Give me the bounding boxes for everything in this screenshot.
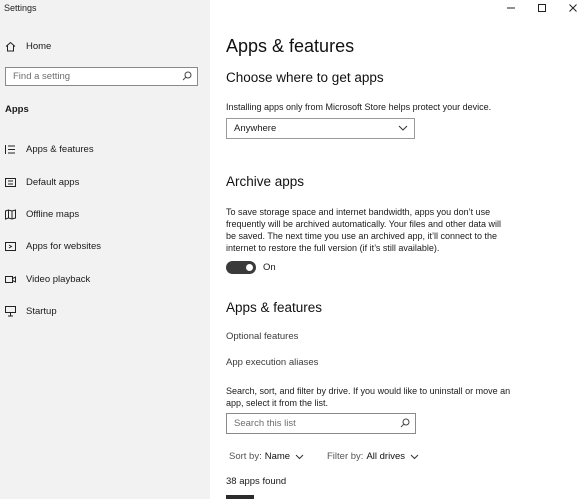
list-icon [4, 143, 16, 155]
home-icon [4, 40, 16, 52]
sidebar-item-label: Offline maps [26, 208, 80, 220]
close-icon [568, 3, 578, 16]
sidebar-item-default-apps[interactable]: Default apps [0, 171, 210, 193]
archive-heading: Archive apps [226, 174, 305, 189]
sidebar-item-home[interactable]: Home [0, 35, 210, 57]
optional-features-link[interactable]: Optional features [226, 331, 298, 342]
web-link-icon [4, 240, 16, 252]
toggle-state-label: On [263, 262, 276, 273]
toggle-knob [246, 264, 253, 271]
archive-description-line-2: frequently will be archived automaticall… [226, 219, 501, 229]
dropdown-value: Anywhere [234, 123, 277, 134]
sidebar-item-label: Video playback [26, 273, 91, 285]
archive-description-line-1: To save storage space and internet bandw… [226, 207, 491, 217]
sidebar-item-label: Startup [26, 305, 57, 317]
sidebar: Settings Home Find a setting Apps Apps &… [0, 0, 210, 499]
app-source-dropdown[interactable]: Anywhere [226, 118, 415, 139]
search-list-placeholder: Search this list [234, 418, 296, 429]
apps-features-description-line-1: Search, sort, and filter by drive. If yo… [226, 386, 511, 396]
default-apps-icon [4, 176, 16, 188]
archive-description-line-3: be saved. The next time you use an archi… [226, 231, 497, 241]
search-icon [400, 415, 410, 433]
sidebar-item-label: Home [26, 40, 52, 52]
close-button[interactable] [557, 0, 588, 18]
sidebar-item-startup[interactable]: Startup [0, 300, 210, 322]
apps-features-heading: Apps & features [226, 300, 323, 315]
apps-count: 38 apps found [226, 476, 287, 487]
minimize-button[interactable] [495, 0, 526, 18]
filter-by-dropdown[interactable]: Filter by: All drives [327, 451, 419, 462]
archive-description-line-4: internet to restore the full version (if… [226, 243, 440, 253]
search-placeholder: Find a setting [13, 71, 71, 82]
sort-by-label: Sort by: [229, 451, 262, 462]
sidebar-item-video-playback[interactable]: Video playback [0, 268, 210, 290]
startup-icon [4, 305, 16, 317]
minimize-icon [506, 3, 516, 16]
sidebar-item-apps-features[interactable]: Apps & features [0, 138, 210, 160]
app-execution-aliases-link[interactable]: App execution aliases [226, 357, 318, 368]
map-icon [4, 208, 16, 220]
sidebar-item-offline-maps[interactable]: Offline maps [0, 203, 210, 225]
search-list-input[interactable]: Search this list [226, 413, 416, 434]
sort-by-dropdown[interactable]: Sort by: Name [229, 451, 304, 462]
sidebar-item-label: Apps & features [26, 143, 94, 155]
main-content: Apps & features Choose where to get apps… [210, 0, 588, 499]
archive-toggle[interactable] [226, 261, 256, 274]
video-icon [4, 273, 16, 285]
sort-by-value: Name [264, 451, 291, 462]
search-icon [182, 68, 192, 86]
section-label-apps: Apps [5, 104, 29, 115]
window-title: Settings [4, 3, 37, 13]
sidebar-item-label: Default apps [26, 176, 80, 188]
choose-heading: Choose where to get apps [226, 70, 384, 85]
filter-by-value: All drives [366, 451, 405, 462]
chevron-down-icon [410, 454, 419, 460]
choose-description: Installing apps only from Microsoft Stor… [226, 102, 492, 112]
find-setting-input[interactable]: Find a setting [5, 67, 198, 86]
page-title: Apps & features [226, 36, 355, 56]
filter-by-label: Filter by: [327, 451, 364, 462]
sidebar-item-label: Apps for websites [26, 240, 101, 252]
apps-features-description-line-2: app, select it from the list. [226, 398, 329, 408]
app-list-item-icon [226, 495, 254, 499]
maximize-button[interactable] [526, 0, 557, 18]
window-controls [495, 0, 588, 18]
sidebar-item-apps-for-websites[interactable]: Apps for websites [0, 235, 210, 257]
chevron-down-icon [295, 454, 304, 460]
chevron-down-icon [398, 123, 408, 134]
maximize-icon [537, 3, 547, 16]
